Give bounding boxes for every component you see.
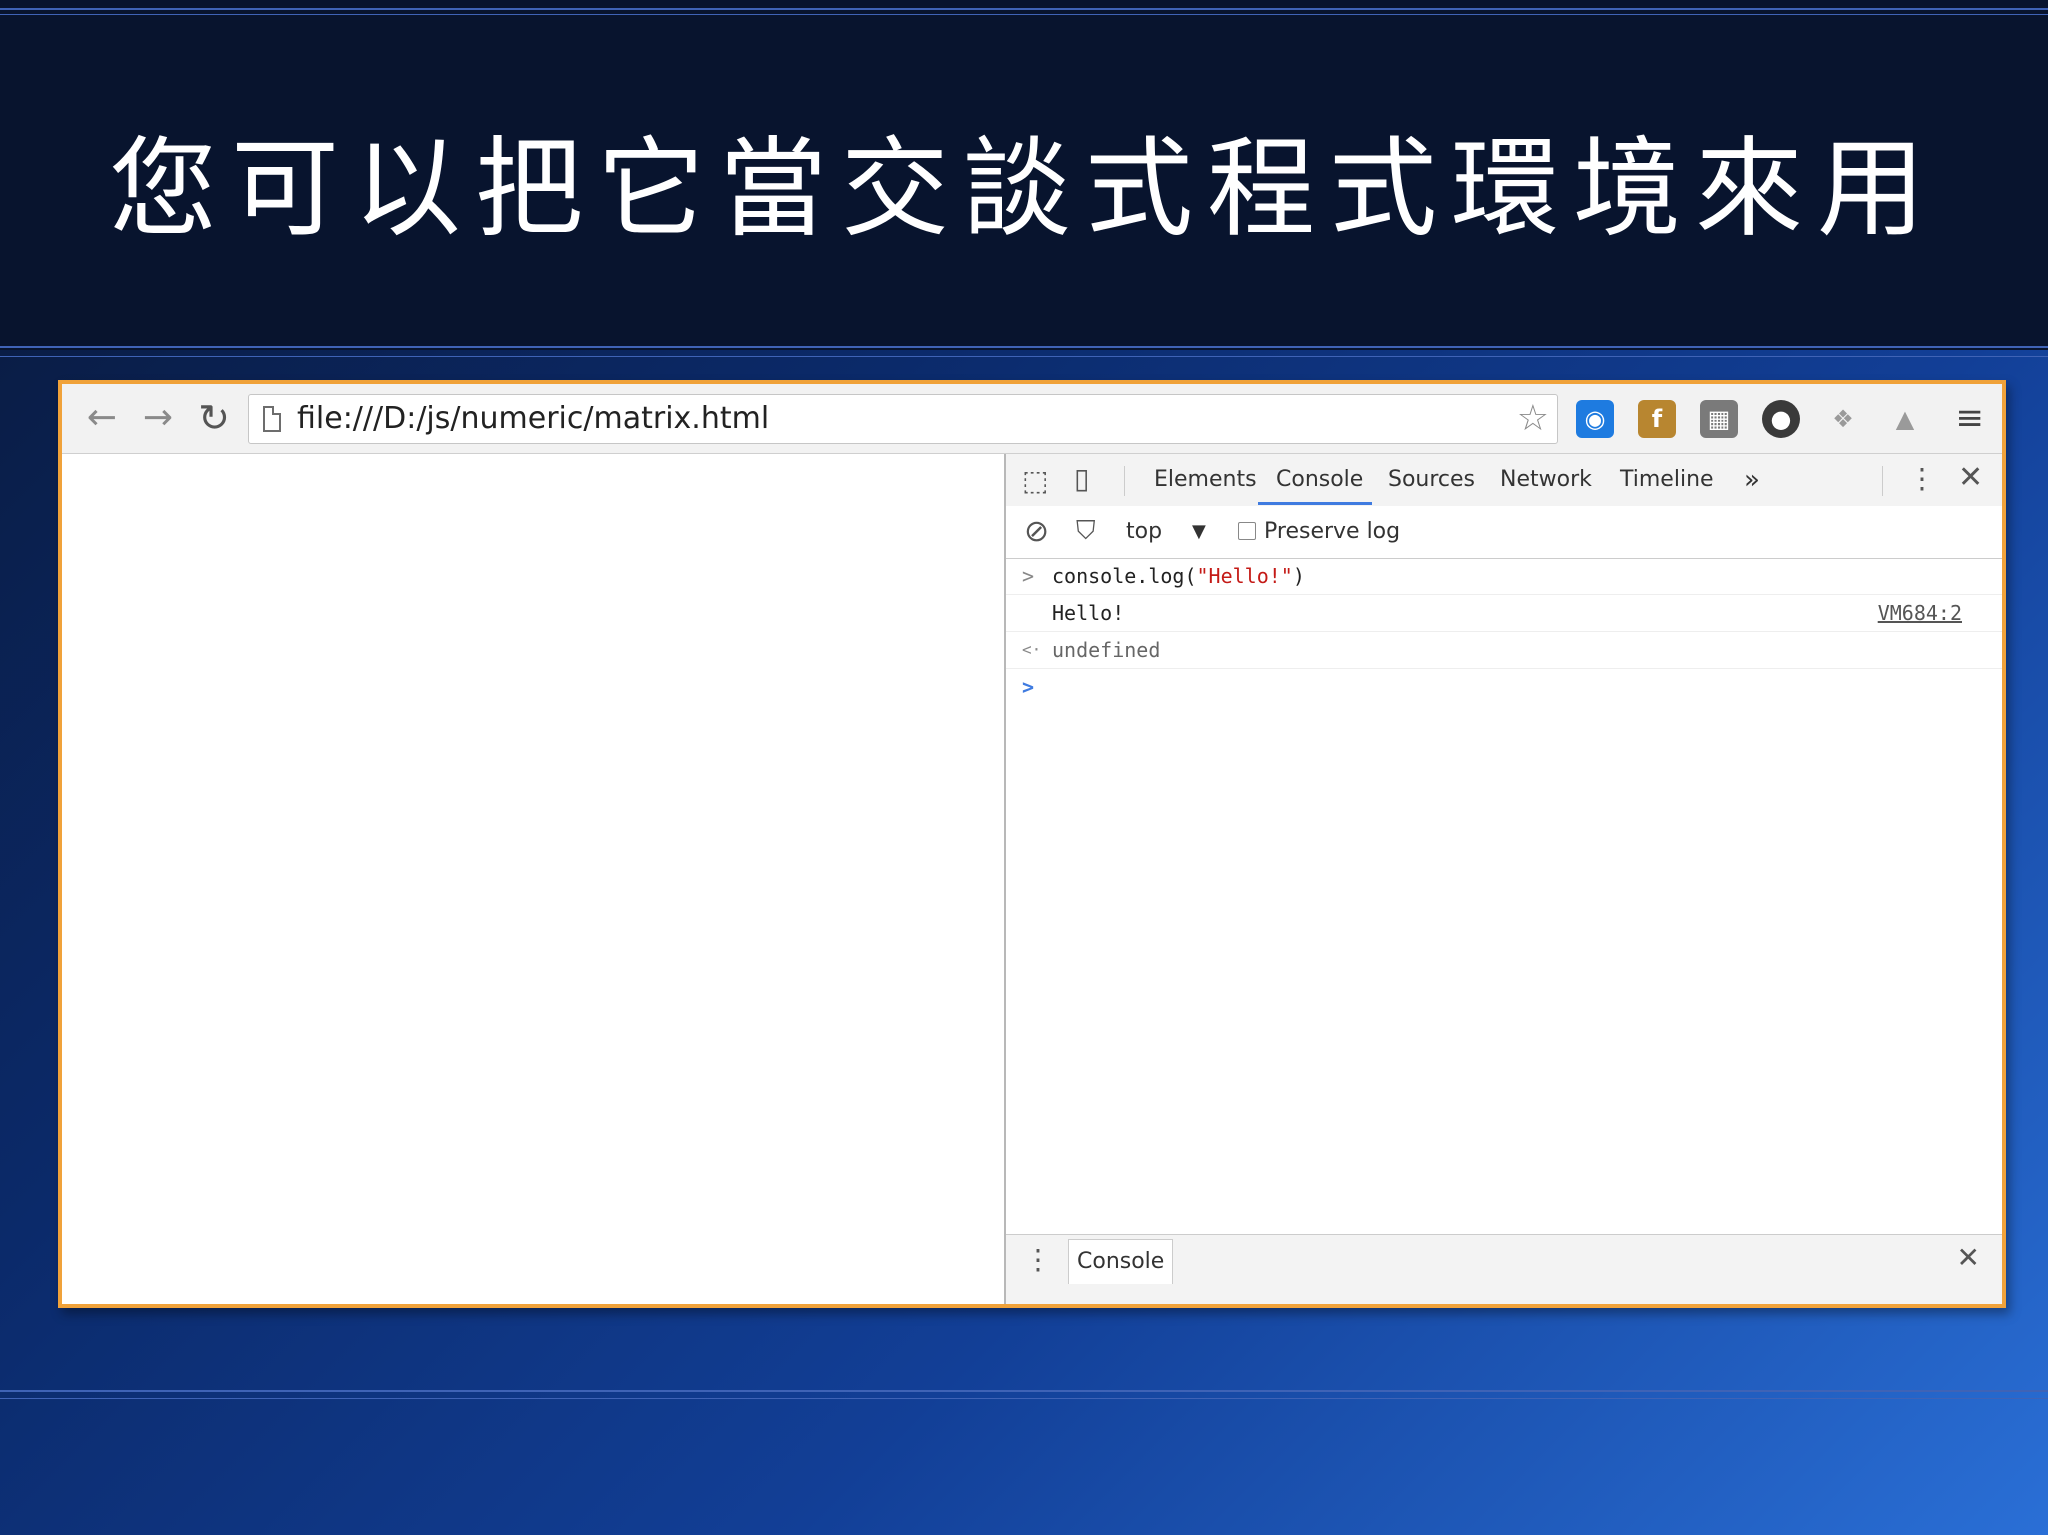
devtools-panel: ⬚ ▯ Elements Console Sources Network Tim… xyxy=(1004,454,2002,1304)
console-log-line: Hello! VM684:2 xyxy=(1006,595,2002,632)
devtools-menu-icon[interactable]: ⋮ xyxy=(1908,462,1936,495)
tab-network[interactable]: Network xyxy=(1500,454,1592,506)
divider-line xyxy=(0,8,2048,10)
tab-sources[interactable]: Sources xyxy=(1388,454,1475,506)
browser-menu-icon[interactable]: ≡ xyxy=(1956,398,1985,438)
drawer-menu-icon[interactable]: ⋮ xyxy=(1024,1243,1052,1276)
context-selector[interactable]: top xyxy=(1126,506,1162,558)
drawer-content xyxy=(1006,1287,2002,1304)
console-log-output: Hello! xyxy=(1052,601,1125,625)
address-bar[interactable]: file:///D:/js/numeric/matrix.html ☆ xyxy=(248,394,1558,444)
divider-line xyxy=(0,1390,2048,1392)
google-drive-icon[interactable]: ▲ xyxy=(1886,400,1924,438)
divider-line xyxy=(0,1398,2048,1399)
back-arrow-icon[interactable]: ← xyxy=(80,396,124,440)
console-drawer: ⋮ Console ✕ xyxy=(1006,1234,2002,1288)
forward-arrow-icon[interactable]: → xyxy=(136,396,180,440)
console-output: > console.log("Hello!") Hello! VM684:2 <… xyxy=(1006,558,2002,705)
browser-window: ← → ↻ file:///D:/js/numeric/matrix.html … xyxy=(58,380,2006,1308)
more-tabs-icon[interactable]: » xyxy=(1744,454,1760,506)
input-chevron-icon: > xyxy=(1022,564,1035,588)
tab-timeline[interactable]: Timeline xyxy=(1620,454,1714,506)
console-input-line: > console.log("Hello!") xyxy=(1006,558,2002,595)
prompt-chevron-icon: > xyxy=(1022,675,1035,699)
url-text[interactable]: file:///D:/js/numeric/matrix.html xyxy=(297,395,769,443)
divider-line xyxy=(0,14,2048,15)
console-result: undefined xyxy=(1052,638,1161,662)
facebook-extension-icon[interactable]: f xyxy=(1638,400,1676,438)
drawer-tab-console[interactable]: Console xyxy=(1068,1239,1174,1284)
dropbox-icon[interactable]: ❖ xyxy=(1824,400,1862,438)
page-file-icon xyxy=(263,406,281,432)
console-result-line: <· undefined xyxy=(1006,632,2002,669)
console-filter-bar: ⊘ ⛉ top ▼ Preserve log xyxy=(1006,506,2002,559)
close-devtools-icon[interactable]: ✕ xyxy=(1958,460,1983,495)
filter-icon[interactable]: ⛉ xyxy=(1076,516,1096,547)
browser-toolbar: ← → ↻ file:///D:/js/numeric/matrix.html … xyxy=(62,384,2002,454)
slide-title: 您可以把它當交談式程式環境來用 xyxy=(108,127,1939,252)
devtools-tab-bar: ⬚ ▯ Elements Console Sources Network Tim… xyxy=(1006,454,2002,507)
bookmark-star-icon[interactable]: ☆ xyxy=(1517,395,1549,443)
inspect-element-icon[interactable]: ⬚ xyxy=(1022,464,1048,497)
active-tab-indicator xyxy=(1258,502,1372,505)
context-dropdown-icon[interactable]: ▼ xyxy=(1192,506,1206,558)
reload-icon[interactable]: ↻ xyxy=(192,396,236,440)
preserve-log-checkbox[interactable] xyxy=(1238,522,1256,540)
toolbar-separator xyxy=(1124,466,1125,496)
device-mode-icon[interactable]: ▯ xyxy=(1074,462,1089,495)
clear-console-icon[interactable]: ⊘ xyxy=(1024,514,1049,549)
page-content-area[interactable] xyxy=(62,454,1004,1304)
console-prompt-line[interactable]: > xyxy=(1006,669,2002,705)
extension-1-icon[interactable]: ◉ xyxy=(1576,400,1614,438)
result-arrow-icon: <· xyxy=(1022,640,1042,659)
tab-elements[interactable]: Elements xyxy=(1154,454,1257,506)
keyboard-extension-icon[interactable]: ▦ xyxy=(1700,400,1738,438)
extension-4-icon[interactable]: ● xyxy=(1762,400,1800,438)
preserve-log-label: Preserve log xyxy=(1264,519,1401,544)
toolbar-separator xyxy=(1882,466,1883,496)
close-drawer-icon[interactable]: ✕ xyxy=(1957,1241,1980,1274)
tab-console[interactable]: Console xyxy=(1276,454,1363,506)
source-link[interactable]: VM684:2 xyxy=(1878,595,1962,631)
divider-line xyxy=(0,346,2048,348)
console-command: console.log("Hello!") xyxy=(1052,564,1305,588)
divider-line xyxy=(0,356,2048,357)
